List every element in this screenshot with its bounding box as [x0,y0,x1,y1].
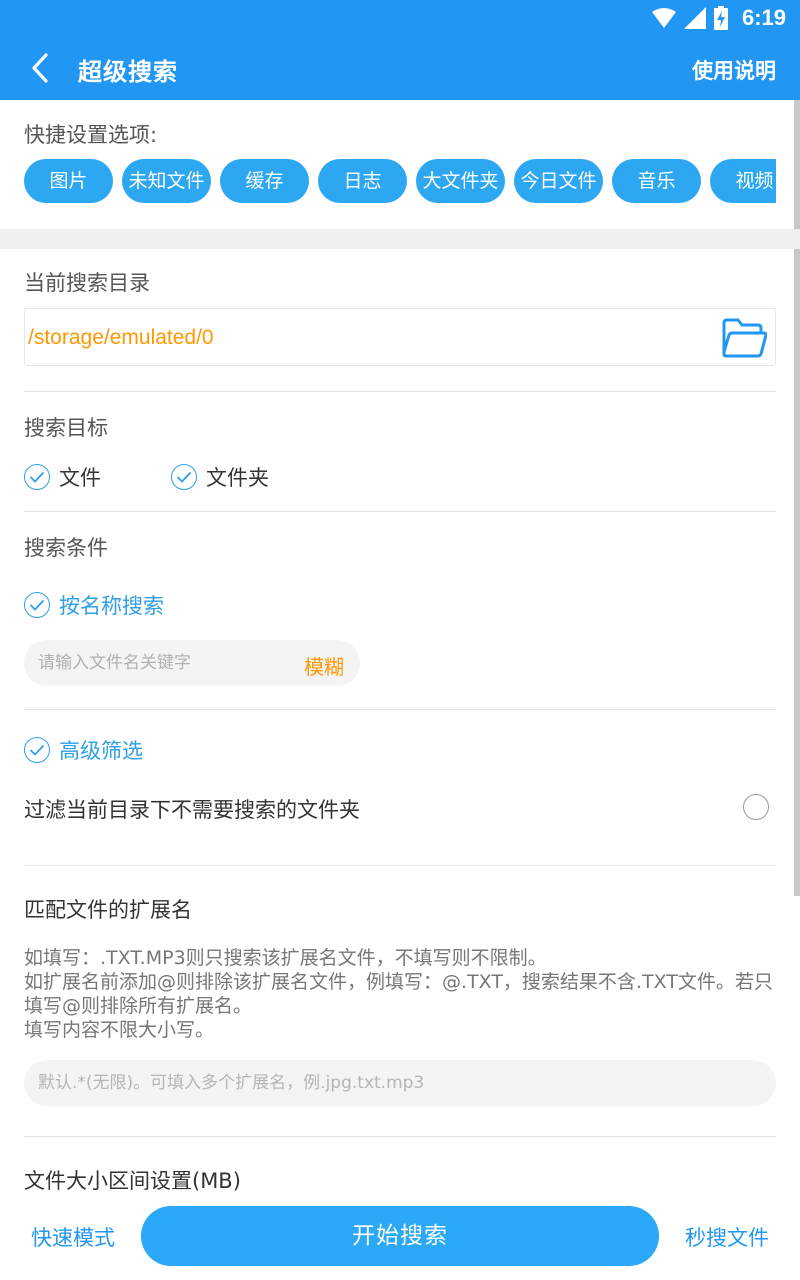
instant-search-button[interactable]: 秒搜文件 [685,1222,769,1252]
description-line: 填写内容不限大小写。 [24,1019,215,1041]
extensions-field [24,1060,776,1106]
quick-settings-chips: 图片 未知文件 缓存 日志 大文件夹 今日文件 音乐 视频 [24,159,776,203]
target-folders-checkbox[interactable]: 文件夹 [171,462,269,492]
start-search-button[interactable]: 开始搜索 [141,1206,659,1266]
scrollbar[interactable] [794,100,800,896]
chip-video[interactable]: 视频 [710,159,776,203]
filter-folders-label: 过滤当前目录下不需要搜索的文件夹 [24,798,360,822]
divider [24,1136,776,1137]
extensions-description: 如填写：.TXT.MP3则只搜索该扩展名文件，不填写则不限制。 如扩展名前添加@… [24,946,774,1042]
search-by-name-label: 按名称搜索 [59,594,164,618]
keyword-field: 模糊 [24,640,360,686]
directory-field[interactable]: /storage/emulated/0 [24,308,776,366]
status-icons: 6:19 [651,4,786,32]
section-separator [0,229,800,249]
check-icon [24,737,50,763]
divider [24,865,776,866]
chip-cache[interactable]: 缓存 [220,159,309,203]
wifi-icon [651,8,676,28]
directory-label: 当前搜索目录 [24,271,150,295]
search-target-label: 搜索目标 [24,416,108,440]
extensions-input[interactable] [38,1060,758,1106]
help-link[interactable]: 使用说明 [692,55,776,85]
filter-folders-radio[interactable] [743,794,769,820]
divider [24,709,776,710]
divider [24,391,776,392]
battery-charging-icon [713,6,728,30]
bottom-action-bar: 快速模式 开始搜索 秒搜文件 [0,1196,800,1280]
app-bar: 超级搜索 使用说明 [0,36,800,100]
description-line: 如扩展名前添加@则排除该扩展名文件，例填写：@.TXT，搜索结果不含.TXT文件… [24,971,773,1017]
check-icon [24,464,50,490]
search-conditions-label: 搜索条件 [24,536,108,560]
target-files-label: 文件 [59,466,101,490]
back-button[interactable] [18,48,62,88]
signal-icon [683,7,706,29]
chip-large-folders[interactable]: 大文件夹 [416,159,505,203]
target-files-checkbox[interactable]: 文件 [24,462,101,492]
description-line: 如填写：.TXT.MP3则只搜索该扩展名文件，不填写则不限制。 [24,947,547,969]
chip-images[interactable]: 图片 [24,159,113,203]
check-icon [24,592,50,618]
search-by-name-checkbox[interactable]: 按名称搜索 [24,590,164,620]
advanced-filter-label: 高级筛选 [59,739,143,763]
check-icon [171,464,197,490]
quick-mode-button[interactable]: 快速模式 [31,1222,115,1252]
quick-settings-label: 快捷设置选项: [24,123,158,147]
fuzzy-toggle[interactable]: 模糊 [304,651,344,680]
chip-music[interactable]: 音乐 [612,159,701,203]
keyword-input[interactable] [38,640,288,686]
back-arrow-icon [32,53,48,83]
directory-path: /storage/emulated/0 [28,326,214,349]
divider [24,511,776,512]
folder-open-icon[interactable] [721,317,767,359]
size-range-label: 文件大小区间设置(MB) [24,1169,241,1193]
advanced-filter-checkbox[interactable]: 高级筛选 [24,735,143,765]
chip-logs[interactable]: 日志 [318,159,407,203]
target-folders-label: 文件夹 [206,466,269,490]
status-bar: 6:19 [0,0,800,36]
status-time: 6:19 [741,5,786,30]
chip-unknown-files[interactable]: 未知文件 [122,159,211,203]
page-title: 超级搜索 [78,58,178,86]
chip-today-files[interactable]: 今日文件 [514,159,603,203]
extensions-label: 匹配文件的扩展名 [24,898,192,922]
